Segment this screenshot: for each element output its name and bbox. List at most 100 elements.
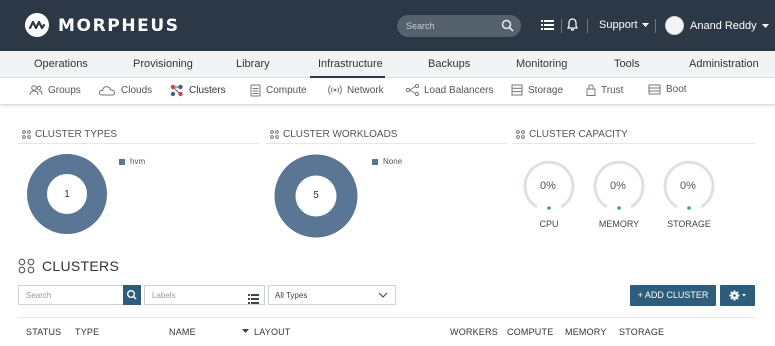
nav-monitoring[interactable]: Monitoring	[516, 58, 567, 70]
subnav-clouds[interactable]: Clouds	[98, 84, 152, 96]
cluster-types-count: 1	[64, 189, 70, 200]
memory-gauge-value: 0%	[610, 180, 626, 192]
nav-administration[interactable]: Administration	[689, 58, 759, 70]
legend-swatch	[372, 158, 378, 165]
divider	[266, 143, 507, 144]
col-name[interactable]: NAME	[169, 327, 196, 337]
cluster-workloads-title: CLUSTER WORKLOADS	[270, 129, 397, 140]
main-nav: Operations Provisioning Library Infrastr…	[0, 51, 775, 78]
subnav-label[interactable]: Clouds	[121, 85, 152, 96]
caret-down-icon	[761, 23, 769, 28]
labels-filter[interactable]	[144, 285, 265, 305]
subnav-trust[interactable]: Trust	[586, 84, 623, 96]
sort-caret-down-icon[interactable]	[242, 329, 249, 334]
clusters-icon	[270, 130, 279, 139]
labels-input[interactable]	[152, 288, 242, 302]
clusters-icon	[170, 84, 183, 97]
col-status[interactable]: STATUS	[26, 327, 61, 337]
gear-icon	[729, 290, 746, 301]
cpu-gauge-value: 0%	[540, 180, 556, 192]
subnav-label[interactable]: Compute	[266, 85, 307, 96]
search-icon	[126, 289, 137, 300]
brand-name[interactable]: MORPHEUS	[58, 16, 180, 36]
boot-icon	[648, 84, 661, 95]
col-storage[interactable]: STORAGE	[619, 327, 664, 337]
nav-library[interactable]: Library	[236, 58, 270, 70]
add-cluster-button[interactable]: + ADD CLUSTER	[630, 285, 716, 306]
cluster-workloads-count: 5	[313, 190, 319, 201]
cloud-icon	[98, 86, 116, 96]
subnav-network[interactable]: Network	[328, 84, 384, 96]
groups-icon	[29, 85, 43, 96]
type-filter-select[interactable]: All Types	[268, 285, 396, 305]
support-label[interactable]: Support	[599, 19, 638, 31]
lock-icon	[586, 84, 596, 96]
storage-gauge-label: STORAGE	[667, 219, 711, 229]
load-balancer-icon	[406, 84, 419, 96]
cluster-types-title: CLUSTER TYPES	[22, 129, 117, 140]
search-button[interactable]	[123, 285, 141, 305]
page-title: CLUSTERS	[42, 258, 120, 274]
nav-infrastructure[interactable]: Infrastructure	[318, 58, 383, 70]
global-search-input[interactable]	[406, 18, 498, 34]
divider	[655, 19, 656, 33]
clusters-icon	[516, 130, 525, 139]
divider	[18, 143, 259, 144]
col-workers[interactable]: WORKERS	[450, 327, 498, 337]
user-menu[interactable]: Anand Reddy	[690, 20, 769, 32]
divider	[587, 19, 588, 33]
storage-gauge-value: 0%	[680, 180, 696, 192]
morpheus-logo-icon[interactable]	[25, 13, 49, 37]
subnav-label[interactable]: Trust	[601, 85, 623, 96]
col-compute[interactable]: COMPUTE	[507, 327, 553, 337]
cluster-types-legend: hvm	[119, 157, 145, 166]
search-icon[interactable]	[501, 19, 514, 37]
divider	[512, 143, 755, 144]
support-menu[interactable]: Support	[599, 19, 649, 31]
subnav-groups[interactable]: Groups	[29, 84, 81, 96]
nav-backups[interactable]: Backups	[428, 58, 470, 70]
user-name[interactable]: Anand Reddy	[690, 20, 757, 32]
list-icon[interactable]	[248, 291, 259, 309]
subnav-clusters[interactable]: Clusters	[170, 84, 226, 97]
widget-title: CLUSTER TYPES	[35, 129, 118, 140]
col-layout[interactable]: LAYOUT	[254, 327, 291, 337]
sub-nav: Groups Clouds Clusters Compute Network L…	[0, 78, 775, 105]
settings-dropdown-button[interactable]	[720, 285, 755, 306]
clusters-table-header: STATUS TYPE NAME LAYOUT WORKERS COMPUTE …	[18, 317, 755, 346]
legend-swatch	[119, 158, 125, 165]
cluster-capacity-title: CLUSTER CAPACITY	[516, 129, 628, 140]
subnav-boot[interactable]: Boot	[648, 84, 687, 95]
cpu-gauge-label: CPU	[539, 219, 559, 229]
nav-tools[interactable]: Tools	[614, 58, 640, 70]
global-search[interactable]	[397, 15, 521, 37]
list-icon[interactable]	[541, 18, 554, 36]
subnav-label[interactable]: Network	[347, 85, 384, 96]
subnav-label[interactable]: Clusters	[189, 85, 226, 96]
network-icon	[328, 85, 342, 95]
caret-down-icon	[641, 22, 649, 27]
subnav-label[interactable]: Storage	[528, 85, 563, 96]
subnav-label[interactable]: Boot	[666, 84, 687, 95]
nav-operations[interactable]: Operations	[34, 58, 88, 70]
subnav-label[interactable]: Load Balancers	[424, 85, 494, 96]
col-type[interactable]: TYPE	[75, 327, 99, 337]
clusters-icon	[22, 130, 31, 139]
type-filter-value: All Types	[275, 291, 308, 300]
subnav-load-balancers[interactable]: Load Balancers	[406, 84, 494, 96]
widget-title: CLUSTER WORKLOADS	[283, 129, 398, 140]
clusters-icon	[18, 258, 35, 274]
subnav-compute[interactable]: Compute	[250, 84, 307, 97]
legend-label: hvm	[130, 157, 146, 166]
bell-icon[interactable]	[567, 18, 578, 36]
widget-title: CLUSTER CAPACITY	[529, 129, 628, 140]
subnav-label[interactable]: Groups	[48, 85, 81, 96]
avatar[interactable]	[665, 16, 684, 35]
cluster-workloads-legend: None	[372, 157, 402, 166]
col-memory[interactable]: MEMORY	[565, 327, 607, 337]
cluster-search-input[interactable]	[26, 288, 122, 302]
divider	[561, 19, 562, 33]
subnav-storage[interactable]: Storage	[511, 84, 563, 96]
cluster-search[interactable]	[18, 285, 141, 305]
nav-provisioning[interactable]: Provisioning	[133, 58, 193, 70]
